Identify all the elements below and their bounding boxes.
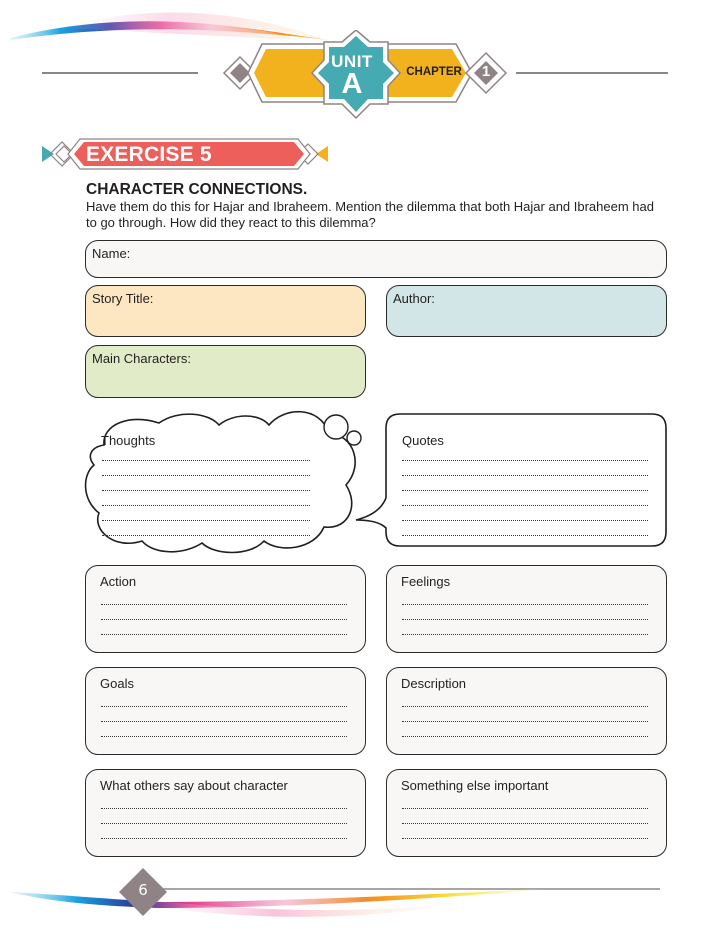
description-card: Description xyxy=(386,667,667,755)
chapter-label: CHAPTER xyxy=(406,66,462,78)
main-characters-field[interactable]: Main Characters: xyxy=(85,345,366,398)
others-say-lines[interactable] xyxy=(101,794,347,839)
writing-line[interactable] xyxy=(101,722,347,737)
description-lines[interactable] xyxy=(402,692,648,737)
writing-line[interactable] xyxy=(402,794,648,809)
instructions: Have them do this for Hajar and Ibraheem… xyxy=(86,199,654,230)
something-else-lines[interactable] xyxy=(402,794,648,839)
page-number: 6 xyxy=(138,881,148,899)
something-else-label: Something else important xyxy=(401,778,549,793)
writing-line[interactable] xyxy=(402,809,648,824)
writing-line[interactable] xyxy=(101,794,347,809)
chapter-number: 1 xyxy=(481,63,491,80)
description-label: Description xyxy=(401,676,467,691)
writing-line[interactable] xyxy=(402,491,648,506)
goals-card: Goals xyxy=(85,667,366,755)
writing-line[interactable] xyxy=(101,590,347,605)
goals-lines[interactable] xyxy=(101,692,347,737)
writing-line[interactable] xyxy=(402,605,648,620)
unit-letter: A xyxy=(341,68,363,100)
thoughts-lines[interactable] xyxy=(102,446,310,536)
something-else-card: Something else important xyxy=(386,769,667,857)
author-label: Author: xyxy=(393,291,435,306)
decorative-swoosh-bottom xyxy=(10,888,560,917)
writing-line[interactable] xyxy=(402,521,648,536)
exercise-title: EXERCISE 5 xyxy=(86,143,212,166)
action-lines[interactable] xyxy=(101,590,347,635)
goals-label: Goals xyxy=(100,676,134,691)
thought-bubble-large xyxy=(323,414,349,440)
main-characters-label: Main Characters: xyxy=(92,351,191,366)
story-title-field[interactable]: Story Title: xyxy=(85,285,366,337)
others-say-card: What others say about character xyxy=(85,769,366,857)
header-rule-right xyxy=(516,72,668,74)
writing-line[interactable] xyxy=(402,476,648,491)
author-field[interactable]: Author: xyxy=(386,285,667,337)
writing-line[interactable] xyxy=(402,692,648,707)
feelings-lines[interactable] xyxy=(402,590,648,635)
writing-line[interactable] xyxy=(102,461,310,476)
writing-line[interactable] xyxy=(402,620,648,635)
writing-line[interactable] xyxy=(101,692,347,707)
writing-line[interactable] xyxy=(402,590,648,605)
writing-line[interactable] xyxy=(102,491,310,506)
writing-line[interactable] xyxy=(101,605,347,620)
quotes-lines[interactable] xyxy=(402,446,648,536)
writing-line[interactable] xyxy=(101,707,347,722)
action-card: Action xyxy=(85,565,366,653)
writing-line[interactable] xyxy=(402,446,648,461)
section-title: CHARACTER CONNECTIONS. xyxy=(86,181,308,198)
action-label: Action xyxy=(100,574,137,589)
writing-line[interactable] xyxy=(402,722,648,737)
writing-line[interactable] xyxy=(402,506,648,521)
name-field[interactable]: Name: xyxy=(85,240,667,278)
writing-line[interactable] xyxy=(102,506,310,521)
writing-line[interactable] xyxy=(102,446,310,461)
others-say-label: What others say about character xyxy=(100,778,288,793)
writing-line[interactable] xyxy=(101,809,347,824)
story-title-label: Story Title: xyxy=(92,291,154,306)
writing-line[interactable] xyxy=(101,824,347,839)
feelings-card: Feelings xyxy=(386,565,667,653)
name-label: Name: xyxy=(92,246,131,261)
writing-line[interactable] xyxy=(101,620,347,635)
writing-line[interactable] xyxy=(402,824,648,839)
writing-line[interactable] xyxy=(402,461,648,476)
writing-line[interactable] xyxy=(102,521,310,536)
feelings-label: Feelings xyxy=(401,574,451,589)
writing-line[interactable] xyxy=(402,707,648,722)
header-rule-left xyxy=(42,72,198,74)
writing-line[interactable] xyxy=(102,476,310,491)
